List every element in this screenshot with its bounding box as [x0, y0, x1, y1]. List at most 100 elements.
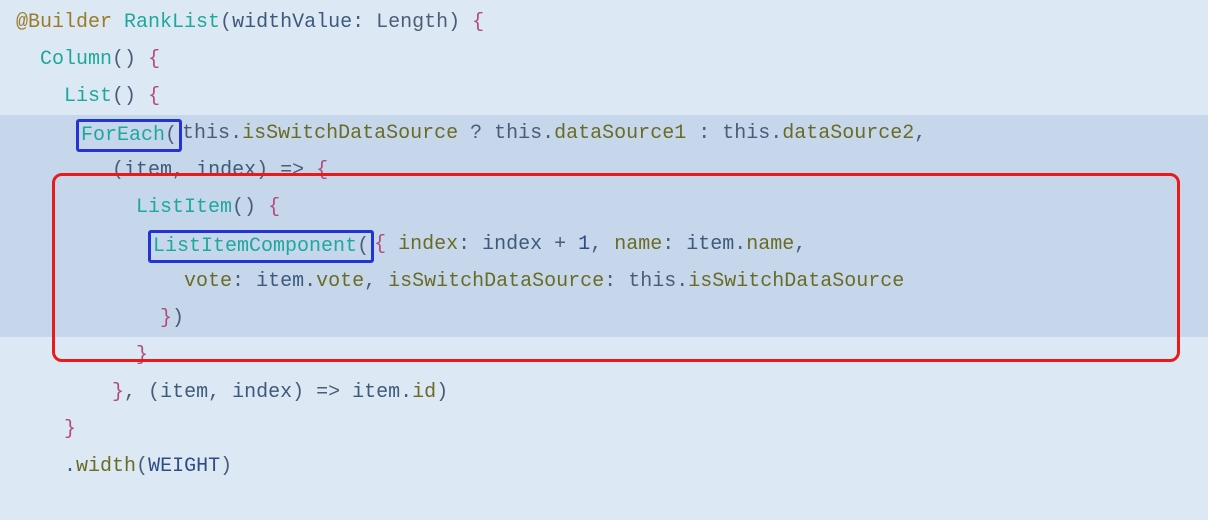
code-line: List() {	[0, 78, 1208, 115]
property-token: vote	[316, 270, 364, 293]
function-token: ForEach	[81, 124, 165, 147]
punct-token: ,	[124, 381, 148, 404]
type-token: Length	[376, 11, 448, 34]
listitemcomponent-highlight-box: ListItemComponent(	[148, 230, 374, 263]
ident-token: index	[482, 233, 542, 256]
punct-token: :	[662, 233, 686, 256]
punct-token: (	[220, 11, 232, 34]
ident-token: item	[256, 270, 304, 293]
punct-token: (	[136, 455, 148, 478]
brace-token: {	[316, 159, 328, 182]
punct-token: :	[604, 270, 628, 293]
punct-token: ,	[208, 381, 232, 404]
punct-token: .	[400, 381, 412, 404]
key-token: isSwitchDataSource	[388, 270, 604, 293]
punct-token: ()	[232, 196, 256, 219]
brace-token: }	[136, 344, 148, 367]
punct-token: )	[220, 455, 232, 478]
punct-token: :	[352, 11, 364, 34]
function-token: List	[64, 85, 112, 108]
punct-token: ,	[914, 122, 926, 145]
punct-token: ,	[172, 159, 196, 182]
code-line: .width(WEIGHT)	[0, 448, 1208, 485]
this-token: this	[494, 122, 542, 145]
code-line-highlighted: ForEach(this.isSwitchDataSource ? this.d…	[0, 115, 1208, 152]
punct-token: )	[436, 381, 448, 404]
punct-token: .	[734, 233, 746, 256]
brace-token: }	[64, 418, 76, 441]
param-token: item	[160, 381, 208, 404]
brace-token: {	[472, 11, 484, 34]
punct-token: .	[304, 270, 316, 293]
this-token: this	[628, 270, 676, 293]
key-token: name	[614, 233, 662, 256]
punct-token: .	[676, 270, 688, 293]
key-token: index	[386, 233, 458, 256]
key-token: vote	[184, 270, 232, 293]
property-token: id	[412, 381, 436, 404]
property-token: isSwitchDataSource	[242, 122, 458, 145]
code-line: }	[0, 411, 1208, 448]
const-token: WEIGHT	[148, 455, 220, 478]
this-token: this	[182, 122, 230, 145]
punct-token: :	[232, 270, 256, 293]
ident-token: item	[686, 233, 734, 256]
property-token: isSwitchDataSource	[688, 270, 904, 293]
param-token: index	[232, 381, 292, 404]
number-token: 1	[578, 233, 590, 256]
punct-token: (	[112, 159, 124, 182]
punct-token: ()	[112, 48, 136, 71]
punct-token: )	[172, 307, 184, 330]
punct-token: .	[230, 122, 242, 145]
punct-token: +	[542, 233, 578, 256]
punct-token: (	[165, 124, 177, 147]
code-line-highlighted: vote: item.vote, isSwitchDataSource: thi…	[0, 263, 1208, 300]
param-token: item	[124, 159, 172, 182]
method-token: width	[76, 455, 136, 478]
foreach-highlight-box: ForEach(	[76, 119, 182, 152]
property-token: dataSource2	[782, 122, 914, 145]
punct-token: ,	[590, 233, 614, 256]
punct-token: :	[458, 233, 482, 256]
param-token: widthValue	[232, 11, 352, 34]
punct-token: ()	[112, 85, 136, 108]
ident-token: item	[352, 381, 400, 404]
punct-token: )	[448, 11, 460, 34]
function-token: Column	[40, 48, 112, 71]
punct-token: ,	[364, 270, 388, 293]
annotation-token: @Builder	[16, 11, 112, 34]
brace-token: {	[268, 196, 280, 219]
code-line: Column() {	[0, 41, 1208, 78]
code-line-highlighted: ListItemComponent({ index: index + 1, na…	[0, 226, 1208, 263]
punct-token: =>	[304, 381, 352, 404]
brace-token: {	[148, 85, 160, 108]
punct-token: .	[64, 455, 76, 478]
punct-token: (	[148, 381, 160, 404]
param-token: index	[196, 159, 256, 182]
punct-token: =>	[268, 159, 316, 182]
code-line: @Builder RankList(widthValue: Length) {	[0, 4, 1208, 41]
property-token: name	[746, 233, 794, 256]
function-token: ListItem	[136, 196, 232, 219]
function-token: ListItemComponent	[153, 235, 357, 258]
punct-token: ,	[794, 233, 806, 256]
property-token: dataSource1	[554, 122, 686, 145]
code-line: }, (item, index) => item.id)	[0, 374, 1208, 411]
brace-token: }	[160, 307, 172, 330]
code-line-highlighted: })	[0, 300, 1208, 337]
code-line-highlighted: ListItem() {	[0, 189, 1208, 226]
code-line: }	[0, 337, 1208, 374]
punct-token: :	[686, 122, 722, 145]
brace-token: }	[112, 381, 124, 404]
this-token: this	[722, 122, 770, 145]
punct-token: ?	[458, 122, 494, 145]
brace-token: {	[148, 48, 160, 71]
punct-token: )	[256, 159, 268, 182]
function-token: RankList	[124, 11, 220, 34]
brace-token: {	[374, 233, 386, 256]
punct-token: (	[357, 235, 369, 258]
punct-token: .	[770, 122, 782, 145]
punct-token: .	[542, 122, 554, 145]
code-line-highlighted: (item, index) => {	[0, 152, 1208, 189]
punct-token: )	[292, 381, 304, 404]
